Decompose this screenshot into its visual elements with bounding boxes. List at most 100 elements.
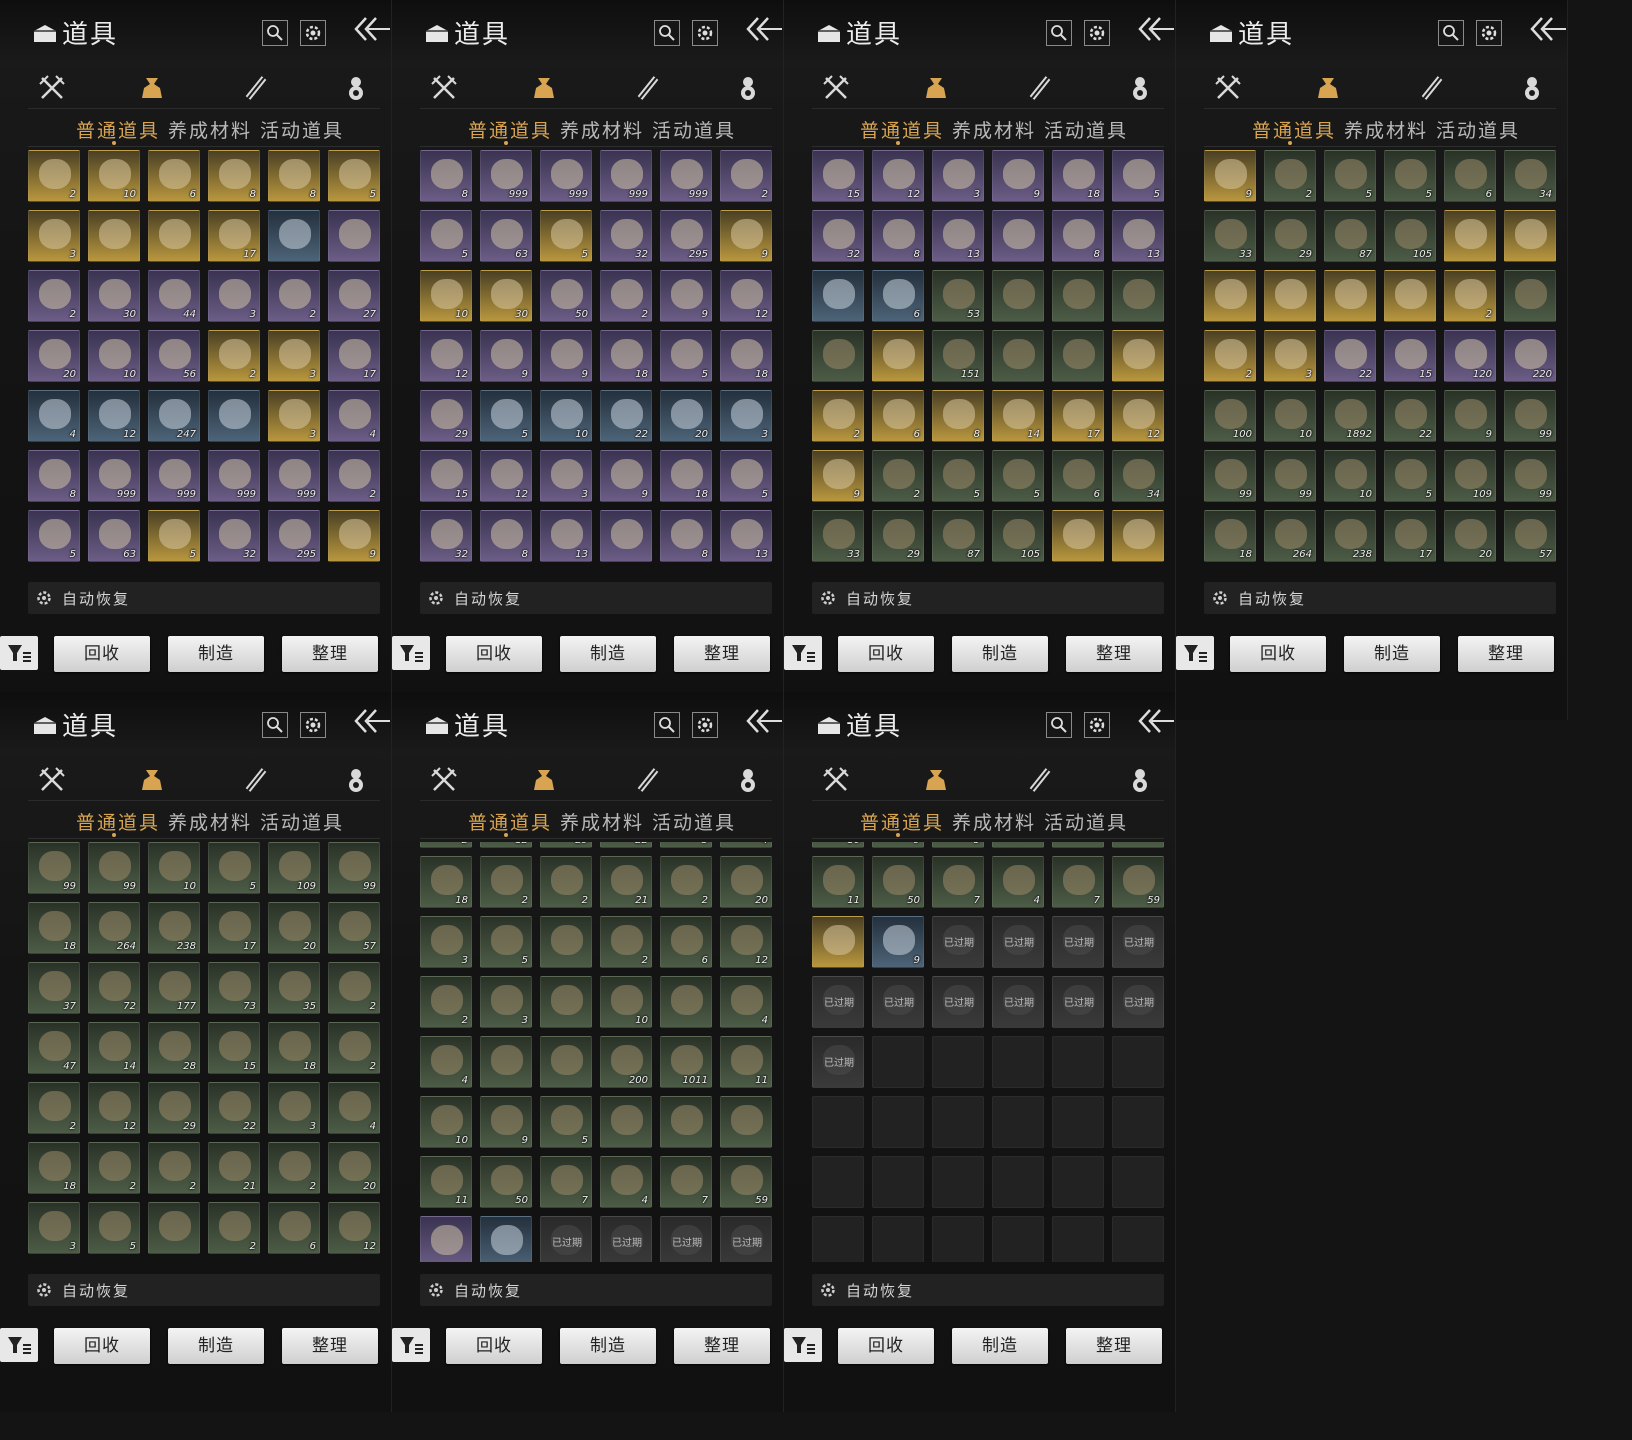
item-slot[interactable]: 6 — [1052, 450, 1104, 502]
item-slot[interactable]: 30 — [88, 270, 140, 322]
item-slot[interactable]: 2 — [208, 330, 260, 382]
item-slot[interactable]: 10 — [88, 330, 140, 382]
back-arrow-icon[interactable] — [352, 14, 392, 44]
item-slot[interactable]: 200 — [600, 1036, 652, 1088]
item-slot[interactable]: 105 — [1384, 210, 1436, 262]
item-slot[interactable]: 4 — [328, 1082, 380, 1134]
item-slot[interactable]: 6 — [872, 390, 924, 442]
item-slot[interactable] — [1204, 270, 1256, 322]
search-button[interactable] — [262, 20, 288, 46]
crossed-swords-icon[interactable] — [1212, 72, 1244, 104]
item-slot[interactable]: 已过期 — [540, 1216, 592, 1262]
item-slot[interactable]: 18 — [28, 1142, 80, 1194]
item-slot[interactable]: 22 — [1324, 330, 1376, 382]
tab-common-items[interactable]: 普通道具 — [76, 808, 160, 835]
item-slot[interactable]: 999 — [208, 450, 260, 502]
tab-growth-materials[interactable]: 养成材料 — [560, 116, 644, 143]
item-slot[interactable] — [1264, 270, 1316, 322]
item-slot[interactable]: 2 — [28, 270, 80, 322]
item-slot[interactable]: 2 — [268, 270, 320, 322]
item-bag-icon[interactable] — [920, 72, 952, 104]
item-slot[interactable]: 9 — [1444, 390, 1496, 442]
item-slot[interactable]: 3 — [268, 330, 320, 382]
item-bag-icon[interactable] — [528, 72, 560, 104]
crossed-swords-icon[interactable] — [36, 764, 68, 796]
item-slot[interactable]: 28 — [148, 1022, 200, 1074]
item-slot[interactable] — [540, 916, 592, 968]
item-slot[interactable] — [992, 330, 1044, 382]
item-slot[interactable] — [1112, 270, 1164, 322]
item-slot[interactable]: 21 — [208, 1142, 260, 1194]
item-slot[interactable]: 已过期 — [872, 976, 924, 1028]
settings-button[interactable] — [1084, 712, 1110, 738]
item-slot[interactable]: 295 — [268, 510, 320, 562]
item-slot[interactable]: 44 — [148, 270, 200, 322]
item-slot[interactable]: 33 — [812, 510, 864, 562]
recycle-button[interactable]: 回收 — [54, 636, 150, 672]
item-slot[interactable]: 3 — [480, 976, 532, 1028]
tab-event-items[interactable]: 活动道具 — [260, 116, 344, 143]
settings-button[interactable] — [1476, 20, 1502, 46]
item-slot[interactable]: 10 — [1264, 390, 1316, 442]
item-slot[interactable]: 32 — [208, 510, 260, 562]
gourd-icon[interactable] — [340, 764, 372, 796]
settings-button[interactable] — [300, 20, 326, 46]
item-slot[interactable] — [992, 270, 1044, 322]
item-slot[interactable]: 32 — [600, 210, 652, 262]
item-slot[interactable]: 2 — [872, 450, 924, 502]
item-slot[interactable]: 13 — [540, 510, 592, 562]
item-bag-icon[interactable] — [136, 72, 168, 104]
item-slot[interactable]: 32 — [812, 210, 864, 262]
crossed-swords-icon[interactable] — [820, 764, 852, 796]
item-slot[interactable]: 53 — [932, 270, 984, 322]
item-slot[interactable]: 22 — [600, 842, 652, 848]
item-slot[interactable]: 32 — [420, 510, 472, 562]
item-slot[interactable]: 3 — [28, 1202, 80, 1254]
item-slot[interactable]: 120 — [1444, 330, 1496, 382]
item-slot[interactable]: 59 — [720, 1156, 772, 1208]
item-slot[interactable]: 7 — [540, 1156, 592, 1208]
item-slot[interactable]: 15 — [420, 450, 472, 502]
tab-common-items[interactable]: 普通道具 — [1252, 116, 1336, 143]
item-slot[interactable]: 3 — [268, 390, 320, 442]
craft-button[interactable]: 制造 — [168, 636, 264, 672]
filter-button[interactable] — [0, 1328, 38, 1362]
tab-common-items[interactable]: 普通道具 — [860, 808, 944, 835]
item-slot[interactable] — [480, 1036, 532, 1088]
item-slot[interactable]: 5 — [1112, 150, 1164, 202]
item-slot[interactable]: 109 — [1444, 450, 1496, 502]
item-slot[interactable]: 15 — [208, 1022, 260, 1074]
item-slot[interactable]: 29 — [420, 390, 472, 442]
item-slot[interactable]: 50 — [872, 856, 924, 908]
item-slot[interactable]: 12 — [720, 270, 772, 322]
item-slot[interactable]: 99 — [88, 842, 140, 894]
item-slot[interactable] — [1324, 270, 1376, 322]
scroll-icon[interactable] — [632, 72, 664, 104]
item-slot[interactable]: 2 — [720, 150, 772, 202]
sort-button[interactable]: 整理 — [282, 636, 378, 672]
auto-recover-bar[interactable]: 自动恢复 — [420, 582, 772, 614]
item-slot[interactable]: 2 — [600, 270, 652, 322]
item-slot[interactable]: 151 — [932, 330, 984, 382]
item-slot[interactable] — [1444, 210, 1496, 262]
gourd-icon[interactable] — [340, 72, 372, 104]
item-slot[interactable]: 11 — [420, 1156, 472, 1208]
item-slot[interactable]: 已过期 — [1052, 976, 1104, 1028]
item-slot[interactable]: 2 — [540, 856, 592, 908]
item-slot[interactable]: 5 — [208, 842, 260, 894]
item-slot[interactable] — [540, 976, 592, 1028]
item-slot[interactable]: 3 — [420, 916, 472, 968]
search-button[interactable] — [1438, 20, 1464, 46]
craft-button[interactable]: 制造 — [168, 1328, 264, 1364]
tab-common-items[interactable]: 普通道具 — [860, 116, 944, 143]
item-slot[interactable]: 4 — [28, 390, 80, 442]
tab-common-items[interactable]: 普通道具 — [468, 808, 552, 835]
item-slot[interactable]: 6 — [1444, 150, 1496, 202]
item-slot[interactable]: 8 — [268, 150, 320, 202]
item-slot[interactable]: 220 — [1504, 330, 1556, 382]
item-slot[interactable]: 11 — [720, 1036, 772, 1088]
item-slot[interactable] — [480, 1216, 532, 1262]
item-slot[interactable] — [600, 1096, 652, 1148]
item-slot[interactable]: 已过期 — [932, 976, 984, 1028]
item-slot[interactable]: 6 — [268, 1202, 320, 1254]
